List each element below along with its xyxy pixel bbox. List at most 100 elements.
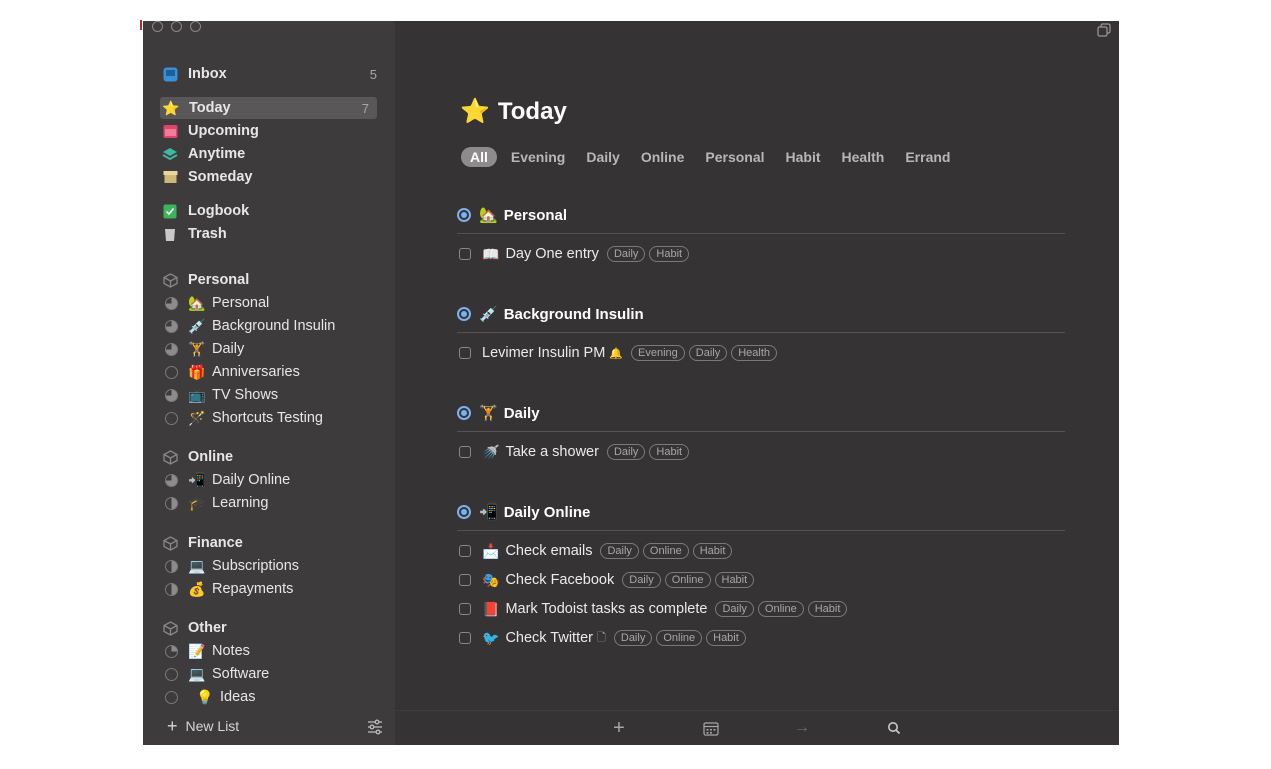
sidebar-project[interactable]: 🪄 Shortcuts Testing: [161, 407, 385, 429]
search-icon[interactable]: [886, 720, 902, 736]
tag-filter-bar: All Evening Daily Online Personal Habit …: [461, 147, 971, 167]
sidebar-item-upcoming[interactable]: Upcoming: [161, 120, 385, 142]
task-row[interactable]: 📕 Mark Todoist tasks as complete Daily O…: [459, 598, 848, 620]
sidebar-project[interactable]: 🎓 Learning: [161, 492, 385, 514]
sidebar-area-other[interactable]: Other: [161, 617, 385, 639]
graduation-cap-icon: 🎓: [188, 494, 206, 511]
memo-icon: 📝: [188, 642, 206, 659]
progress-pie-icon: [165, 342, 178, 356]
task-checkbox[interactable]: [459, 446, 471, 458]
sidebar-project[interactable]: 🏡 Personal: [161, 292, 385, 314]
tag-habit: Habit: [649, 444, 690, 460]
filter-all[interactable]: All: [461, 147, 497, 167]
project-heading[interactable]: 💉 Background Insulin: [457, 302, 1065, 333]
filter-habit[interactable]: Habit: [786, 149, 821, 165]
project-heading[interactable]: 🏡 Personal: [457, 203, 1065, 234]
sidebar-project[interactable]: 💡 Ideas: [161, 686, 385, 708]
task-title: Check emails: [505, 543, 593, 559]
today-count: 7: [361, 100, 369, 116]
task-title: Check Twitter: [505, 630, 594, 646]
area-box-icon: [161, 534, 179, 552]
sidebar-item-trash[interactable]: Trash: [161, 223, 385, 245]
sidebar-project[interactable]: 💉 Background Insulin: [161, 315, 385, 337]
sidebar-project[interactable]: 🏋️ Daily: [161, 338, 385, 360]
tag-online: Online: [757, 601, 804, 617]
sidebar-item-label: Logbook: [188, 203, 250, 219]
page-title: ⭐ Today: [460, 97, 567, 126]
task-row[interactable]: 📩 Check emails Daily Online Habit: [459, 540, 733, 562]
project-heading[interactable]: 📲 Daily Online: [457, 500, 1065, 531]
tag-daily: Daily: [688, 345, 728, 361]
sidebar-item-inbox[interactable]: Inbox 5: [161, 63, 385, 85]
task-row[interactable]: Levimer Insulin PM 🔔 Evening Daily Healt…: [459, 342, 778, 364]
bird-icon: 🐦: [482, 629, 500, 646]
star-icon: ⭐: [162, 100, 180, 116]
task-title: Day One entry: [505, 246, 599, 262]
new-list-label: New List: [185, 718, 240, 734]
progress-pie-icon: [165, 559, 178, 573]
project-progress-icon: [457, 208, 471, 222]
zoom-window-button[interactable]: [190, 21, 201, 32]
close-window-button[interactable]: [152, 21, 163, 32]
filter-personal[interactable]: Personal: [705, 149, 764, 165]
sidebar-item-anytime[interactable]: Anytime: [161, 143, 385, 165]
progress-pie-icon: [165, 365, 178, 379]
task-row[interactable]: 📖 Day One entry Daily Habit: [459, 243, 690, 265]
progress-pie-icon: [165, 667, 178, 681]
minimize-window-button[interactable]: [171, 21, 182, 32]
tag-habit: Habit: [649, 246, 690, 262]
sidebar-project[interactable]: 💻 Subscriptions: [161, 555, 385, 577]
main-content: ⭐ Today All Evening Daily Online Persona…: [395, 21, 1119, 745]
progress-pie-icon: [165, 473, 178, 487]
task-checkbox[interactable]: [459, 574, 471, 586]
sidebar-area-personal[interactable]: Personal: [161, 269, 385, 291]
filter-online[interactable]: Online: [641, 149, 685, 165]
sidebar-project[interactable]: 📝 Notes: [161, 640, 385, 662]
magic-wand-icon: 🪄: [188, 409, 206, 426]
project-progress-icon: [457, 406, 471, 420]
sidebar-project[interactable]: 💰 Repayments: [161, 578, 385, 600]
television-icon: 📺: [188, 386, 206, 403]
lightbulb-icon: 💡: [196, 688, 214, 705]
calendar-icon: [161, 122, 179, 140]
sidebar-project[interactable]: 📺 TV Shows: [161, 384, 385, 406]
sidebar-project[interactable]: 🎁 Anniversaries: [161, 361, 385, 383]
house-icon: 🏡: [479, 207, 498, 224]
bell-icon: 🔔: [609, 347, 623, 360]
sidebar-item-logbook[interactable]: Logbook: [161, 200, 385, 222]
sidebar-area-online[interactable]: Online: [161, 446, 385, 468]
task-row[interactable]: 🐦 Check Twitter 🗋 Daily Online Habit: [459, 627, 746, 649]
task-row[interactable]: 🚿 Take a shower Daily Habit: [459, 441, 690, 463]
area-label: Online: [188, 449, 234, 465]
calendar-icon[interactable]: [703, 720, 719, 736]
plus-icon[interactable]: +: [611, 717, 627, 739]
arrow-right-icon[interactable]: →: [794, 719, 810, 736]
sidebar-area-finance[interactable]: Finance: [161, 532, 385, 554]
task-checkbox[interactable]: [459, 248, 471, 260]
task-row[interactable]: 🎭 Check Facebook Daily Online Habit: [459, 569, 755, 591]
sliders-icon[interactable]: [367, 719, 383, 735]
new-window-icon[interactable]: [1097, 23, 1111, 37]
sidebar-item-label: Upcoming: [188, 123, 259, 139]
filter-evening[interactable]: Evening: [511, 149, 565, 165]
filter-health[interactable]: Health: [842, 149, 885, 165]
sidebar-item-label: Someday: [188, 169, 253, 185]
task-checkbox[interactable]: [459, 603, 471, 615]
tag-daily: Daily: [606, 444, 646, 460]
project-label: TV Shows: [212, 387, 279, 403]
sidebar-item-label: Trash: [188, 226, 227, 242]
tag-health: Health: [731, 345, 778, 361]
task-checkbox[interactable]: [459, 632, 471, 644]
sidebar-project[interactable]: 💻 Software: [161, 663, 385, 685]
sidebar-item-today[interactable]: ⭐ Today 7: [160, 97, 377, 119]
sidebar-project[interactable]: 📲 Daily Online: [161, 469, 385, 491]
task-checkbox[interactable]: [459, 545, 471, 557]
sidebar-item-someday[interactable]: Someday: [161, 166, 385, 188]
filter-daily[interactable]: Daily: [586, 149, 619, 165]
task-checkbox[interactable]: [459, 347, 471, 359]
project-heading[interactable]: 🏋️ Daily: [457, 401, 1065, 432]
filter-errand[interactable]: Errand: [905, 149, 950, 165]
new-list-button[interactable]: + New List: [167, 717, 239, 735]
logbook-icon: [161, 202, 179, 220]
project-label: Repayments: [212, 581, 294, 597]
